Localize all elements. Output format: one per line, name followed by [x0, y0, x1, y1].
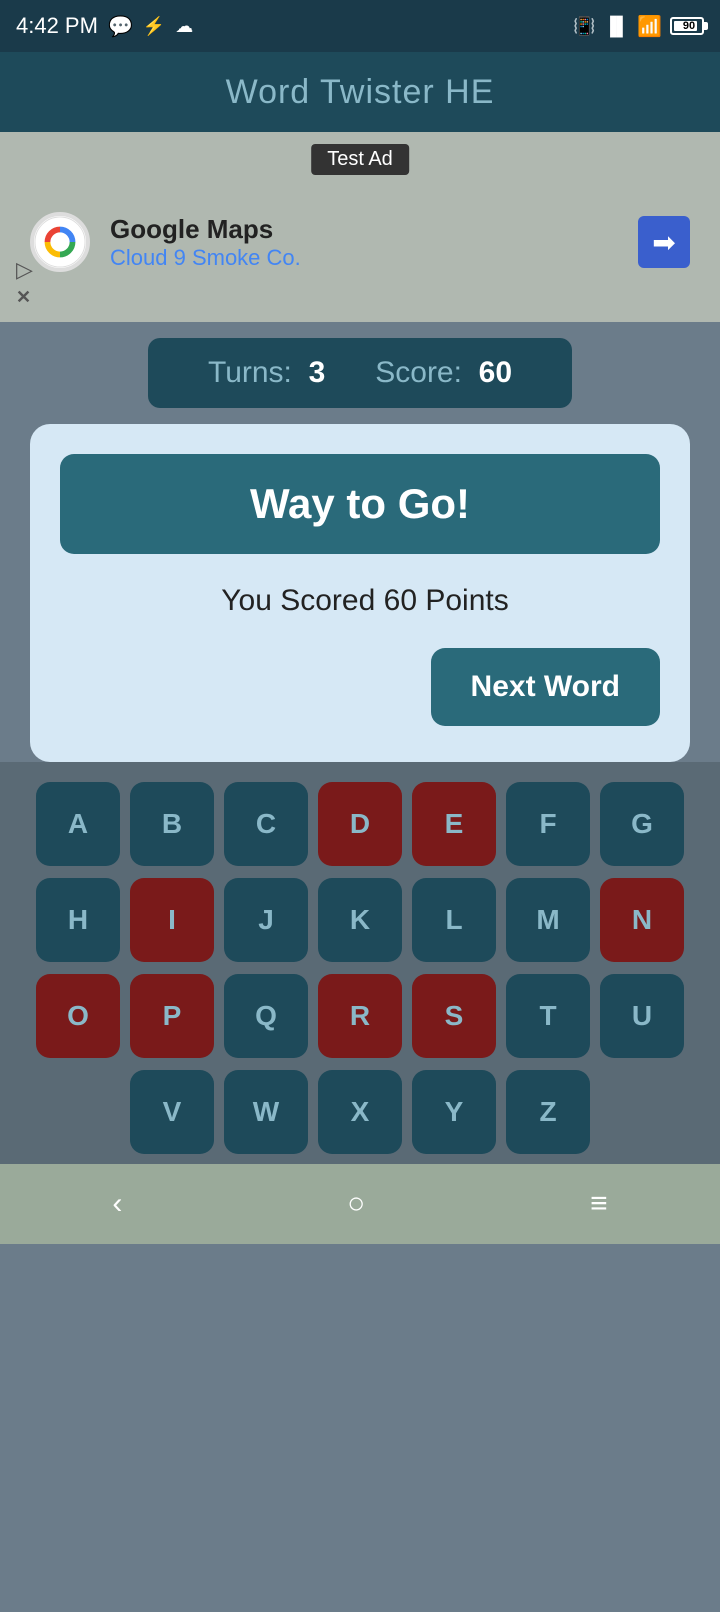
keyboard-area: ABCDEFG HIJKLMN OPQRSTU VWXYZ	[0, 762, 720, 1164]
turns-value: 3	[309, 356, 326, 389]
score-value: 60	[479, 356, 512, 389]
app-title: Word Twister HE	[226, 73, 495, 112]
key-f[interactable]: F	[506, 782, 590, 866]
key-c[interactable]: C	[224, 782, 308, 866]
ad-content[interactable]: Google Maps Cloud 9 Smoke Co. ➡	[0, 212, 720, 272]
key-row-0: ABCDEFG	[14, 782, 706, 866]
key-l[interactable]: L	[412, 878, 496, 962]
menu-button[interactable]: ≡	[560, 1177, 638, 1231]
key-k[interactable]: K	[318, 878, 402, 962]
home-button[interactable]: ○	[317, 1177, 395, 1231]
key-b[interactable]: B	[130, 782, 214, 866]
score-label: Score: 60	[375, 356, 512, 390]
wifi-icon: 📶	[637, 14, 662, 39]
score-box: Turns: 3 Score: 60	[148, 338, 572, 408]
cloud-icon: ☁	[175, 16, 193, 37]
key-d[interactable]: D	[318, 782, 402, 866]
ad-subtitle: Cloud 9 Smoke Co.	[110, 245, 301, 271]
ad-close-icon[interactable]: ✕	[16, 287, 33, 308]
key-row-3: VWXYZ	[14, 1070, 706, 1154]
key-h[interactable]: H	[36, 878, 120, 962]
ad-company: Google Maps	[110, 214, 301, 245]
key-q[interactable]: Q	[224, 974, 308, 1058]
dialog-title: Way to Go!	[60, 454, 660, 554]
key-y[interactable]: Y	[412, 1070, 496, 1154]
dialog-actions: Next Word	[60, 648, 660, 726]
key-i[interactable]: I	[130, 878, 214, 962]
time-display: 4:42 PM	[16, 13, 98, 39]
dialog-area: Way to Go! You Scored 60 Points Next Wor…	[0, 424, 720, 762]
key-row-1: HIJKLMN	[14, 878, 706, 962]
ad-play-icon[interactable]: ▷	[16, 257, 33, 283]
turns-label: Turns: 3	[208, 356, 325, 390]
battery-icon: 90	[670, 17, 704, 35]
key-r[interactable]: R	[318, 974, 402, 1058]
status-right: 📳 ▐▌ 📶 90	[573, 14, 704, 39]
key-z[interactable]: Z	[506, 1070, 590, 1154]
key-g[interactable]: G	[600, 782, 684, 866]
vibrate-icon: 📳	[573, 16, 595, 37]
signal-icon: ▐▌	[604, 16, 630, 37]
key-a[interactable]: A	[36, 782, 120, 866]
ad-label: Test Ad	[311, 144, 409, 175]
whatsapp-icon: 💬	[108, 14, 133, 39]
key-n[interactable]: N	[600, 878, 684, 962]
ad-text: Google Maps Cloud 9 Smoke Co.	[110, 214, 301, 271]
key-w[interactable]: W	[224, 1070, 308, 1154]
key-m[interactable]: M	[506, 878, 590, 962]
key-p[interactable]: P	[130, 974, 214, 1058]
key-u[interactable]: U	[600, 974, 684, 1058]
key-x[interactable]: X	[318, 1070, 402, 1154]
app-header: Word Twister HE	[0, 52, 720, 132]
next-word-button[interactable]: Next Word	[431, 648, 660, 726]
key-t[interactable]: T	[506, 974, 590, 1058]
ad-arrow-icon[interactable]: ➡	[638, 216, 690, 268]
key-j[interactable]: J	[224, 878, 308, 962]
nav-bar: ‹ ○ ≡	[0, 1164, 720, 1244]
back-button[interactable]: ‹	[82, 1177, 152, 1231]
ad-controls: ▷ ✕	[16, 257, 33, 308]
score-bar: Turns: 3 Score: 60	[0, 322, 720, 424]
key-s[interactable]: S	[412, 974, 496, 1058]
dialog-score-text: You Scored 60 Points	[60, 584, 660, 618]
ad-banner: Test Ad Google Maps Cloud 9 Smoke Co. ➡ …	[0, 132, 720, 322]
usb-icon: ⚡	[143, 16, 165, 37]
google-logo	[30, 212, 90, 272]
key-v[interactable]: V	[130, 1070, 214, 1154]
dialog-card: Way to Go! You Scored 60 Points Next Wor…	[30, 424, 690, 762]
ad-logo-area: Google Maps Cloud 9 Smoke Co.	[30, 212, 301, 272]
key-o[interactable]: O	[36, 974, 120, 1058]
key-e[interactable]: E	[412, 782, 496, 866]
key-row-2: OPQRSTU	[14, 974, 706, 1058]
status-left: 4:42 PM 💬 ⚡ ☁	[16, 13, 193, 39]
status-bar: 4:42 PM 💬 ⚡ ☁ 📳 ▐▌ 📶 90	[0, 0, 720, 52]
